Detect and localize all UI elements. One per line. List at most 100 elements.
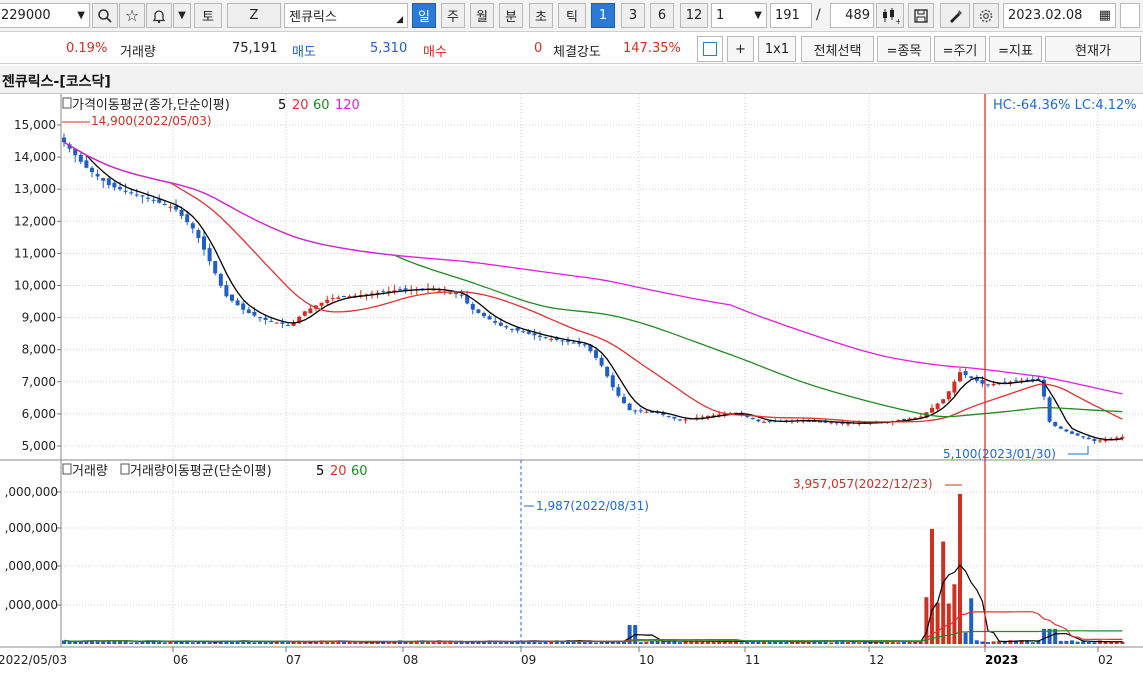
candle-body [179,209,184,216]
volume-bar [190,642,195,644]
volume-bar [302,642,307,644]
candle-body [213,261,218,274]
tab-z[interactable]: Z [227,3,281,28]
display-checkbox[interactable] [697,36,723,62]
multiplier-1[interactable]: 1 [591,3,615,28]
legend-toggle-icon[interactable] [120,463,130,475]
candle-body [510,328,514,330]
candle-body [683,419,688,421]
price-tick-label: 14,000 [14,150,56,164]
period-tab-label: 일 [418,10,430,25]
volume-bar [1002,641,1007,644]
price-tick-label: 7,000 [22,375,56,389]
candle-body [963,371,968,376]
volume-bar [1075,641,1080,644]
count-input[interactable]: 191 [770,3,812,28]
scale-button[interactable]: 1x1 [758,36,796,62]
multiplier-12[interactable]: 12 [680,3,708,28]
period-menu-button[interactable]: =주기 [934,36,986,62]
select-all-button[interactable]: 전체선택 [801,36,874,62]
price-tick-label: 6,000 [22,407,56,421]
candle-body [246,309,251,313]
current-price-label: 현재가 [1075,43,1111,59]
candle-body [118,187,122,190]
candle-body [168,206,173,208]
volume-bar [678,642,682,644]
volume-bar [829,642,834,644]
candle-body [1014,380,1018,382]
multiplier-select[interactable]: 1 ▼ [711,3,767,28]
volume-bar [157,641,162,644]
indicator-menu-button[interactable]: =지표 [989,36,1042,62]
period-tab-month[interactable]: 월 [470,3,494,28]
volume-bar [1064,640,1069,644]
ma120-label: 120 [335,98,360,113]
period-tab-tick[interactable]: 틱 [558,3,586,28]
stock-menu-button[interactable]: =종목 [877,36,931,62]
volume-bar [644,641,649,644]
draw-tool-button[interactable] [940,3,970,28]
total-input[interactable]: 489 [830,3,874,28]
legend-toggle-icon[interactable] [62,463,72,475]
multiplier-3[interactable]: 3 [621,3,645,28]
plus-button[interactable]: + [727,36,754,62]
volume-bar [162,642,167,644]
alarm-button[interactable] [146,3,172,28]
volume-bar [1114,642,1119,644]
candle-body [1092,438,1097,441]
legend-toggle-icon[interactable] [62,97,72,109]
candle-body [1086,437,1091,440]
volume-bar [493,642,498,644]
stock-code-combo[interactable]: 229000 ▼ [0,3,90,28]
candle-type-button[interactable]: + [876,3,904,28]
current-price-button[interactable]: 현재가 [1045,36,1141,62]
period-tab-day[interactable]: 일 [412,3,436,28]
candle-body [627,403,632,411]
period-tab-second[interactable]: 초 [529,3,553,28]
multiplier-label: 1 [598,8,608,23]
volume-bar [846,642,850,644]
favorite-button[interactable]: ☆ [119,3,145,28]
candle-body [700,416,705,418]
volume-bar [986,642,990,644]
candle-body [1081,436,1086,438]
period-tab-minute[interactable]: 분 [499,3,523,28]
candle-body [498,322,503,326]
candle-body [330,298,335,300]
candle-body [78,154,83,162]
tab-saturday[interactable]: 토 [194,3,222,28]
candle-body [90,167,94,173]
stock-name-field[interactable]: 젠큐릭스 ◢ [284,3,408,28]
date-checkbox[interactable] [1120,3,1140,28]
high-annotation: 14,900(2022/05/03) [91,114,212,128]
settings-button[interactable] [973,3,999,28]
volume-bar [767,641,772,644]
alarm-dropdown-button[interactable]: ▼ [173,3,191,28]
calendar-icon: ▦ [1098,8,1111,23]
candle-body [140,195,145,197]
candle-body [633,410,638,412]
sell-value: 5,310 [370,41,408,56]
volume-bar [442,642,447,644]
search-button[interactable] [92,3,118,28]
save-button[interactable] [908,3,934,28]
volume-moving-average-lines [63,564,1123,643]
volume-min-annotation: 1,987(2022/08/31) [536,499,649,513]
volume-bar [594,642,598,644]
stock-chart[interactable]: 15,000 14,000 13,000 12,000 11,000 10,000 9,00… [0,94,1143,675]
multiplier-6[interactable]: 6 [650,3,674,28]
volume-bar [700,641,705,644]
date-picker[interactable]: 2023.02.08 ▦ [1003,3,1116,28]
candle-body [543,337,548,339]
candle-body [241,303,246,310]
candle-body [958,372,962,382]
candle-body [599,357,604,366]
moving-average-lines [63,141,1123,441]
volume-ma-legend-label: 거래량이동평균(단순이평) [130,464,272,479]
volume-bar [582,642,587,644]
candle-body [991,383,996,386]
candle-body [616,387,621,396]
period-tab-week[interactable]: 주 [441,3,465,28]
volume-bar [907,641,912,644]
volume-tick-label: ,000,000 [5,559,58,573]
